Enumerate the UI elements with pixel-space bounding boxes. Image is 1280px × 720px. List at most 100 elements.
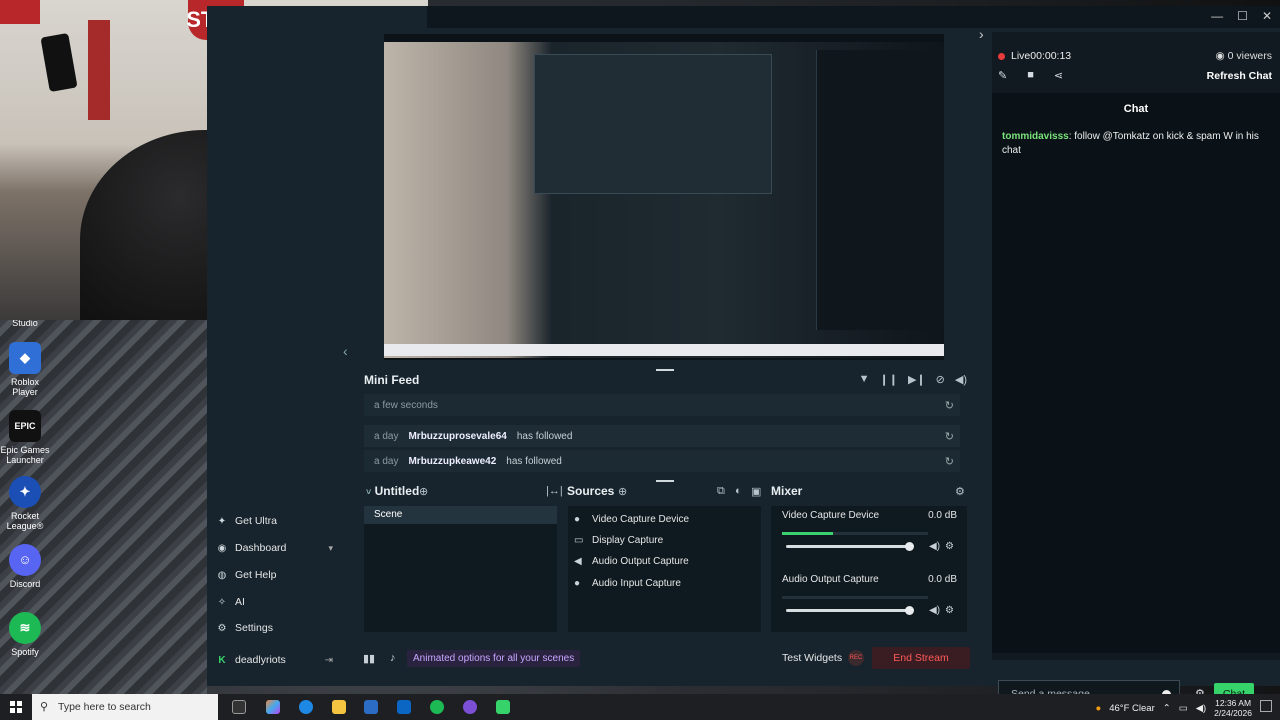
mixer-channel-label: Audio Output Capture <box>782 574 879 585</box>
bottom-bar: ▮▮ ♪ Animated options for all your scene… <box>357 644 970 672</box>
repeat-alert-icon[interactable]: ↻ <box>945 430 954 443</box>
mute-alerts-icon[interactable]: ⊘ <box>936 373 945 386</box>
windows-start-icon[interactable] <box>10 701 22 713</box>
gear-icon[interactable]: ⚙ <box>945 541 954 552</box>
notification-bell-icon[interactable]: ♪ <box>390 652 396 664</box>
source-item[interactable]: ◀ Audio Output Capture <box>574 556 689 567</box>
mic-icon: ● <box>574 578 581 589</box>
collapse-nav-chevron-icon[interactable]: ‹ <box>343 343 348 359</box>
network-icon[interactable]: ▭ <box>1179 703 1188 714</box>
share-icon[interactable]: ⋖ <box>1054 69 1063 82</box>
obs-taskbar-icon[interactable] <box>463 700 477 714</box>
repeat-alert-icon[interactable]: ↻ <box>945 455 954 468</box>
source-group-icon[interactable]: ◐ <box>735 485 742 497</box>
end-stream-button[interactable]: End Stream <box>872 647 970 669</box>
stats-icon[interactable]: ▮▮ <box>363 652 375 665</box>
add-scene-icon[interactable]: ⊕ <box>419 485 428 498</box>
test-widgets-button[interactable]: Test Widgets <box>782 652 842 664</box>
speaker-icon[interactable]: ◀) <box>929 541 940 552</box>
sidebar-item-get-help[interactable]: ◍ Get Help <box>217 568 333 582</box>
video-camera-icon[interactable]: ■ <box>1027 69 1034 82</box>
taskbar-search-input[interactable]: ⚲ Type here to search <box>32 694 218 720</box>
refresh-chat-button[interactable]: Refresh Chat <box>1207 70 1272 82</box>
chat-tools: ✎ ■ ⋖ <box>998 69 1063 82</box>
volume-icon[interactable]: ◀) <box>955 373 967 386</box>
sidebar-item-settings[interactable]: ⚙ Settings <box>217 621 333 635</box>
roblox-icon: ◆ <box>9 342 41 374</box>
volume-tray-icon[interactable]: ◀) <box>1196 703 1206 714</box>
streamlabs-taskbar-icon[interactable] <box>496 700 510 714</box>
close-icon[interactable]: ✕ <box>1262 9 1272 23</box>
chat-username[interactable]: tommidavisss <box>1002 131 1069 142</box>
taskbar-clock[interactable]: 12:36 AM 2/24/2026 <box>1214 698 1252 718</box>
add-source-icon[interactable]: ⊕ <box>618 485 627 498</box>
filter-icon[interactable]: ▼ <box>859 373 870 386</box>
desktop-icon-spotify[interactable]: ≋ Spotify <box>0 612 50 657</box>
rocket-league-icon: ✦ <box>9 476 41 508</box>
collapse-chat-chevron-icon[interactable]: › <box>979 26 984 42</box>
hanging-clothes <box>88 20 110 120</box>
chevron-up-icon[interactable]: ⌃ <box>1163 703 1171 714</box>
volume-slider[interactable] <box>786 542 914 551</box>
source-folder-icon[interactable]: ⧉ <box>717 485 725 498</box>
desktop-icon-discord[interactable]: ☺ Discord <box>0 544 50 589</box>
record-button[interactable]: REC <box>848 650 864 666</box>
source-item[interactable]: ▭ Display Capture <box>574 535 663 546</box>
sidebar-item-dashboard[interactable]: ◉ Dashboard ▾ <box>217 541 333 555</box>
scenes-list: Scene <box>364 506 557 632</box>
task-view-icon[interactable] <box>232 700 246 714</box>
edit-pencil-icon[interactable]: ✎ <box>998 69 1007 82</box>
mixer-channel-db: 0.0 dB <box>928 510 957 521</box>
source-item[interactable]: ● Video Capture Device <box>574 514 689 525</box>
stream-preview[interactable] <box>384 34 944 360</box>
audio-level-meter <box>782 532 928 535</box>
gear-icon[interactable]: ⚙ <box>945 605 954 616</box>
repeat-alert-icon[interactable]: ↻ <box>945 399 954 412</box>
preview-image <box>384 42 944 358</box>
copilot-icon[interactable] <box>266 700 280 714</box>
mini-feed-title: Mini Feed <box>364 373 420 387</box>
outlook-icon[interactable] <box>397 700 411 714</box>
epic-games-icon: EPIC <box>9 410 41 442</box>
feed-row: a day Mrbuzzupkeawe42 has followed ↻ <box>364 450 960 472</box>
resize-grip[interactable] <box>656 480 674 482</box>
preview-taskbar <box>384 344 944 356</box>
chevron-down-icon: ˅ <box>366 487 372 497</box>
scene-item[interactable]: Scene <box>364 506 557 524</box>
ai-icon: ✧ <box>217 596 227 608</box>
scene-collection-title[interactable]: ˅ Untitled <box>366 484 419 498</box>
maximize-icon[interactable]: ☐ <box>1237 9 1248 23</box>
sidebar-user[interactable]: K deadlyriots ⇥ <box>217 653 333 667</box>
promo-banner[interactable]: Animated options for all your scenes <box>407 650 581 667</box>
desktop-icon-rocket-league[interactable]: ✦ Rocket League® <box>0 476 50 531</box>
weather-text[interactable]: 46°F Clear <box>1109 703 1155 714</box>
sidebar-item-get-ultra[interactable]: ✦ Get Ultra <box>217 514 333 528</box>
volume-slider-knob[interactable] <box>905 542 914 551</box>
live-indicator-icon <box>998 52 1005 60</box>
volume-slider[interactable] <box>786 606 914 615</box>
scene-transition-icon[interactable]: |↔| <box>546 485 563 497</box>
source-item[interactable]: ● Audio Input Capture <box>574 578 681 589</box>
preview-nested-screen <box>534 54 772 194</box>
mixer-settings-gear-icon[interactable]: ⚙ <box>955 485 965 498</box>
logout-icon[interactable]: ⇥ <box>325 655 333 666</box>
edge-icon[interactable] <box>299 700 313 714</box>
windows-taskbar: ⚲ Type here to search ● 46°F Clear ⌃ ▭ ◀… <box>0 694 1280 720</box>
speaker-icon[interactable]: ◀) <box>929 605 940 616</box>
pause-icon[interactable]: ❙❙ <box>880 373 898 386</box>
skip-icon[interactable]: ▶❙ <box>908 373 926 386</box>
live-status: Live00:00:13 <box>998 50 1071 62</box>
minimize-icon[interactable]: — <box>1211 9 1223 23</box>
volume-slider-knob[interactable] <box>905 606 914 615</box>
store-icon[interactable] <box>364 700 378 714</box>
feed-row: a day Mrbuzzuprosevale64 has followed ↻ <box>364 425 960 447</box>
sidebar-item-ai[interactable]: ✧ AI <box>217 595 333 609</box>
desktop-icon-epic[interactable]: EPIC Epic Games Launcher <box>0 410 50 465</box>
notifications-icon[interactable] <box>1260 700 1272 712</box>
desktop-icon-roblox[interactable]: ◆ Roblox Player <box>0 342 50 397</box>
gear-icon: ⚙ <box>217 622 227 634</box>
spotify-taskbar-icon[interactable] <box>430 700 444 714</box>
file-explorer-icon[interactable] <box>332 700 346 714</box>
chat-panel: Live00:00:13 ◉ 0 viewers ✎ ■ ⋖ Refresh C… <box>992 32 1280 708</box>
source-image-icon[interactable]: ▣ <box>751 485 761 498</box>
